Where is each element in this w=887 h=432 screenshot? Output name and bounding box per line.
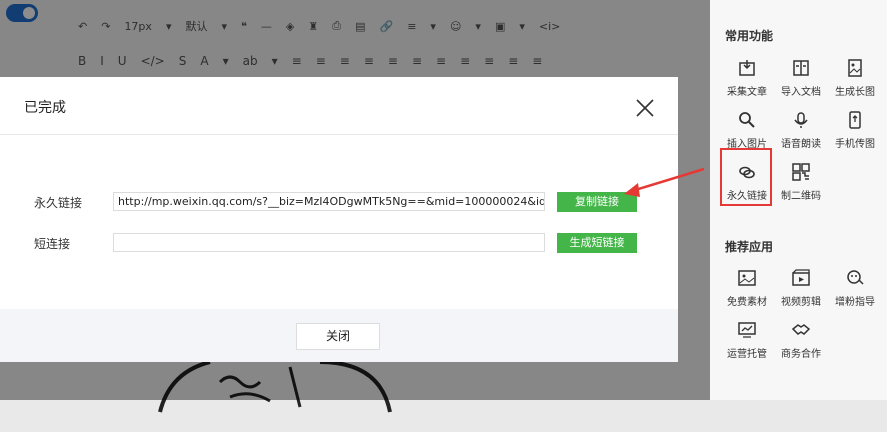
recommended-apps-title: 推荐应用 [725,240,774,254]
import-doc-icon [791,58,811,78]
tool-label: 手机传图 [835,139,875,150]
tool-label: 商务合作 [781,349,821,360]
tool-voice-read[interactable]: 语音朗读 [773,110,829,150]
voice-read-icon [791,110,811,130]
qrcode-icon [791,162,811,182]
annotation-arrow [624,167,705,197]
tool-label: 采集文章 [727,87,767,98]
tool-business[interactable]: 商务合作 [773,320,829,360]
tool-label: 运营托管 [727,349,767,360]
tool-qrcode[interactable]: 制二维码 [773,162,829,202]
tool-label: 语音朗读 [781,139,821,150]
generate-short-link-button[interactable]: 生成短链接 [557,233,637,253]
permanent-link-highlight-box [720,148,772,206]
tool-collect-article[interactable]: 采集文章 [719,58,775,98]
link-dialog: 已完成 永久链接 http://mp.weixin.qq.com/s?__biz… [0,77,678,362]
short-link-field[interactable] [113,233,545,252]
short-link-label: 短连接 [34,237,71,251]
business-icon [791,320,811,340]
phone-upload-icon [845,110,865,130]
search-image-icon [737,110,757,130]
tool-label: 制二维码 [781,191,821,202]
operation-icon [737,320,757,340]
dialog-divider [0,134,678,135]
tool-phone-upload[interactable]: 手机传图 [827,110,883,150]
tool-video-edit[interactable]: 视频剪辑 [773,268,829,308]
tool-fans-guide[interactable]: 增粉指导 [827,268,883,308]
tool-search-image[interactable]: 插入图片 [719,110,775,150]
permanent-link-label: 永久链接 [34,196,83,210]
free-material-icon [737,268,757,288]
tool-import-doc[interactable]: 导入文档 [773,58,829,98]
close-button[interactable]: 关闭 [296,323,380,350]
tool-label: 生成长图 [835,87,875,98]
common-functions-title: 常用功能 [725,29,774,43]
dialog-title: 已完成 [24,100,66,116]
video-edit-icon [791,268,811,288]
close-icon[interactable] [632,95,658,121]
tool-label: 增粉指导 [835,297,875,308]
long-image-icon [845,58,865,78]
tool-label: 视频剪辑 [781,297,821,308]
collect-article-icon [737,58,757,78]
tool-long-image[interactable]: 生成长图 [827,58,883,98]
fans-guide-icon [845,268,865,288]
tool-operation[interactable]: 运营托管 [719,320,775,360]
permanent-link-field[interactable]: http://mp.weixin.qq.com/s?__biz=MzI4ODgw… [113,192,545,211]
tool-free-material[interactable]: 免费素材 [719,268,775,308]
tool-label: 导入文档 [781,87,821,98]
tool-label: 免费素材 [727,297,767,308]
